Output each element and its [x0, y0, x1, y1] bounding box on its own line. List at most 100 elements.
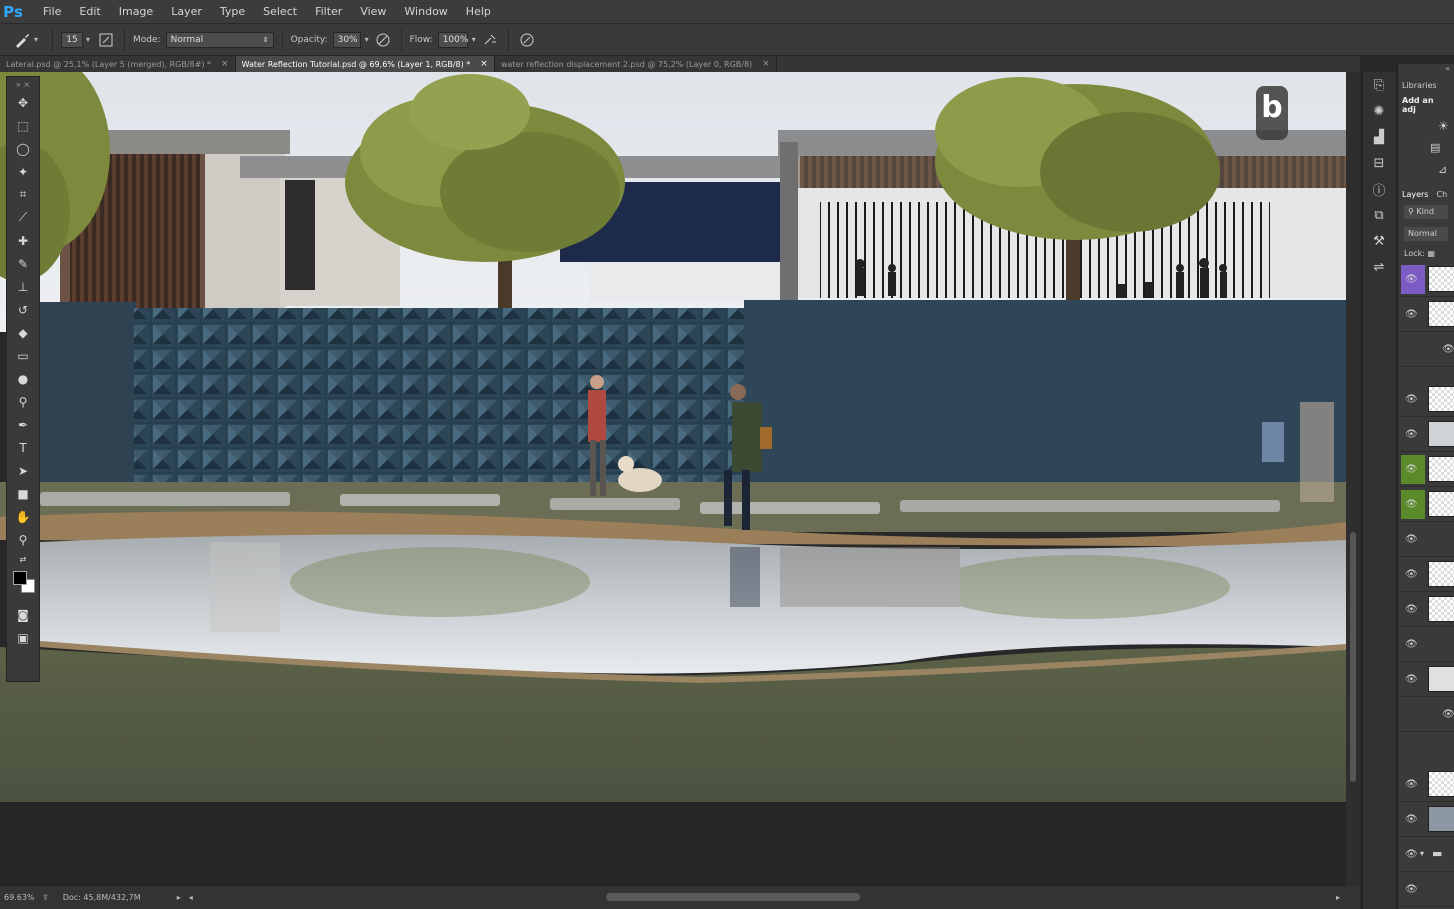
visibility-eye-icon[interactable]: 👁: [1405, 639, 1418, 650]
visibility-eye-icon[interactable]: 👁: [1405, 274, 1418, 285]
visibility-eye-icon[interactable]: 👁: [1405, 309, 1418, 320]
scroll-right-arrow[interactable]: ▸: [1336, 893, 1340, 902]
clone-source-icon[interactable]: ⧉: [1363, 202, 1395, 228]
visibility-eye-icon[interactable]: 👁: [1405, 394, 1418, 405]
dodge-tool-icon[interactable]: ⚲: [7, 390, 39, 413]
layer-row[interactable]: 👁: [1398, 627, 1454, 662]
layer-row[interactable]: 👁: [1398, 557, 1454, 592]
layers-tab[interactable]: Layers: [1398, 187, 1432, 202]
visibility-eye-icon[interactable]: 👁: [1405, 674, 1418, 685]
foreground-color-swatch[interactable]: [13, 571, 27, 585]
zoom-level[interactable]: 69.63%: [4, 893, 36, 902]
lasso-tool-icon[interactable]: ◯: [7, 137, 39, 160]
menu-file[interactable]: File: [34, 0, 70, 24]
visibility-eye-icon[interactable]: 👁: [1405, 779, 1418, 790]
history-brush-tool-icon[interactable]: ↺: [7, 298, 39, 321]
airbrush-icon[interactable]: [480, 30, 500, 50]
vertical-scroll-thumb[interactable]: [1350, 532, 1356, 782]
tool-presets-icon[interactable]: ⚒: [1363, 228, 1395, 254]
flow-slider-arrow[interactable]: ▾: [472, 35, 476, 44]
scroll-left-arrow[interactable]: ◂: [189, 893, 193, 902]
menu-edit[interactable]: Edit: [70, 0, 109, 24]
layer-row[interactable]: 👁: [1398, 262, 1454, 297]
close-icon[interactable]: ×: [480, 59, 488, 69]
visibility-eye-icon[interactable]: 👁: [1405, 604, 1418, 615]
screen-mode-icon[interactable]: ▣: [7, 626, 39, 649]
opacity-field[interactable]: 30%: [332, 31, 361, 48]
pen-tool-icon[interactable]: ✒: [7, 413, 39, 436]
channels-tab[interactable]: Ch: [1432, 187, 1451, 202]
layer-row[interactable]: 👁: [1398, 697, 1454, 732]
layer-row[interactable]: 👁: [1398, 332, 1454, 367]
opacity-slider-arrow[interactable]: ▾: [365, 35, 369, 44]
menu-type[interactable]: Type: [211, 0, 254, 24]
levels-icon[interactable]: ▤: [1430, 141, 1440, 154]
layer-row[interactable]: 👁: [1398, 487, 1454, 522]
menu-layer[interactable]: Layer: [162, 0, 211, 24]
collapse-icon[interactable]: «: [1398, 64, 1454, 78]
visibility-eye-icon[interactable]: 👁: [1405, 814, 1418, 825]
group-expand-icon[interactable]: ▾: [1420, 849, 1424, 858]
crop-tool-icon[interactable]: ⌗: [7, 183, 39, 206]
export-icon[interactable]: ⇪: [42, 893, 49, 902]
mode-select[interactable]: Normal ⇕: [165, 31, 274, 48]
close-icon[interactable]: ×: [762, 59, 770, 69]
visibility-eye-icon[interactable]: 👁: [1405, 884, 1418, 895]
brush-panel-icon[interactable]: [96, 30, 116, 50]
layer-kind-filter[interactable]: ⚲ Kind: [1404, 205, 1448, 219]
brush-tool-preset-icon[interactable]: [12, 30, 32, 50]
path-selection-tool-icon[interactable]: ➤: [7, 459, 39, 482]
layer-row[interactable]: 👁: [1398, 802, 1454, 837]
doc-tab-water-reflection[interactable]: Water Reflection Tutorial.psd @ 69,6% (L…: [235, 56, 495, 72]
visibility-eye-icon[interactable]: 👁: [1405, 429, 1418, 440]
history-panel-icon[interactable]: ⎘: [1363, 72, 1395, 98]
curves-icon[interactable]: ⊿: [1438, 163, 1447, 176]
menu-select[interactable]: Select: [254, 0, 306, 24]
clone-stamp-tool-icon[interactable]: ⊥: [7, 275, 39, 298]
blend-mode-select[interactable]: Normal: [1404, 227, 1448, 241]
menu-image[interactable]: Image: [110, 0, 162, 24]
zoom-tool-icon[interactable]: ⚲: [7, 528, 39, 551]
vertical-scrollbar[interactable]: [1346, 72, 1360, 886]
preset-dropdown-arrow[interactable]: ▾: [34, 35, 38, 44]
horizontal-scroll-thumb[interactable]: [606, 893, 860, 901]
visibility-eye-icon[interactable]: 👁: [1442, 709, 1454, 720]
layer-row[interactable]: 👁: [1398, 452, 1454, 487]
color-swatches[interactable]: [7, 567, 39, 603]
rectangle-tool-icon[interactable]: ■: [7, 482, 39, 505]
eyedropper-tool-icon[interactable]: ⟋: [7, 206, 39, 229]
visibility-eye-icon[interactable]: 👁: [1405, 569, 1418, 580]
layer-row[interactable]: 👁: [1398, 297, 1454, 332]
brightness-icon[interactable]: ☀: [1438, 119, 1449, 133]
brush-settings-icon[interactable]: ✺: [1363, 98, 1395, 124]
visibility-eye-icon[interactable]: 👁: [1405, 499, 1418, 510]
eraser-tool-icon[interactable]: ◆: [7, 321, 39, 344]
info-icon[interactable]: ⓘ: [1363, 176, 1395, 202]
visibility-eye-icon[interactable]: 👁: [1405, 534, 1418, 545]
pressure-size-icon[interactable]: [517, 30, 537, 50]
properties-icon[interactable]: ⊟: [1363, 150, 1395, 176]
marquee-tool-icon[interactable]: ⬚: [7, 114, 39, 137]
lock-transparency-icon[interactable]: ▦: [1427, 249, 1435, 258]
libraries-tab[interactable]: Libraries: [1398, 78, 1454, 93]
layer-row[interactable]: 👁: [1398, 382, 1454, 417]
adjustments-icon[interactable]: ⇌: [1363, 254, 1395, 280]
magic-wand-tool-icon[interactable]: ✦: [7, 160, 39, 183]
blur-tool-icon[interactable]: ●: [7, 367, 39, 390]
visibility-eye-icon[interactable]: 👁: [1405, 464, 1418, 475]
layer-row[interactable]: 👁: [1398, 662, 1454, 697]
visibility-eye-icon[interactable]: 👁: [1442, 344, 1454, 355]
brush-size-field[interactable]: 15: [61, 31, 84, 48]
menu-window[interactable]: Window: [395, 0, 456, 24]
doc-tab-lateral[interactable]: Lateral.psd @ 25,1% (Layer 5 (merged), R…: [0, 56, 236, 72]
visibility-eye-icon[interactable]: 👁: [1405, 849, 1418, 860]
menu-filter[interactable]: Filter: [306, 0, 351, 24]
hand-tool-icon[interactable]: ✋: [7, 505, 39, 528]
brush-size-dropdown[interactable]: ▾: [86, 35, 90, 44]
doc-tab-displacement[interactable]: water reflection displacement 2.psd @ 75…: [495, 56, 777, 72]
layer-group-row[interactable]: 👁 ▾ ▬: [1398, 837, 1454, 872]
flow-field[interactable]: 100%: [437, 31, 468, 48]
layer-row[interactable]: 👁: [1398, 767, 1454, 802]
default-colors-icon[interactable]: ⇄: [7, 551, 39, 567]
histogram-icon[interactable]: ▟: [1363, 124, 1395, 150]
